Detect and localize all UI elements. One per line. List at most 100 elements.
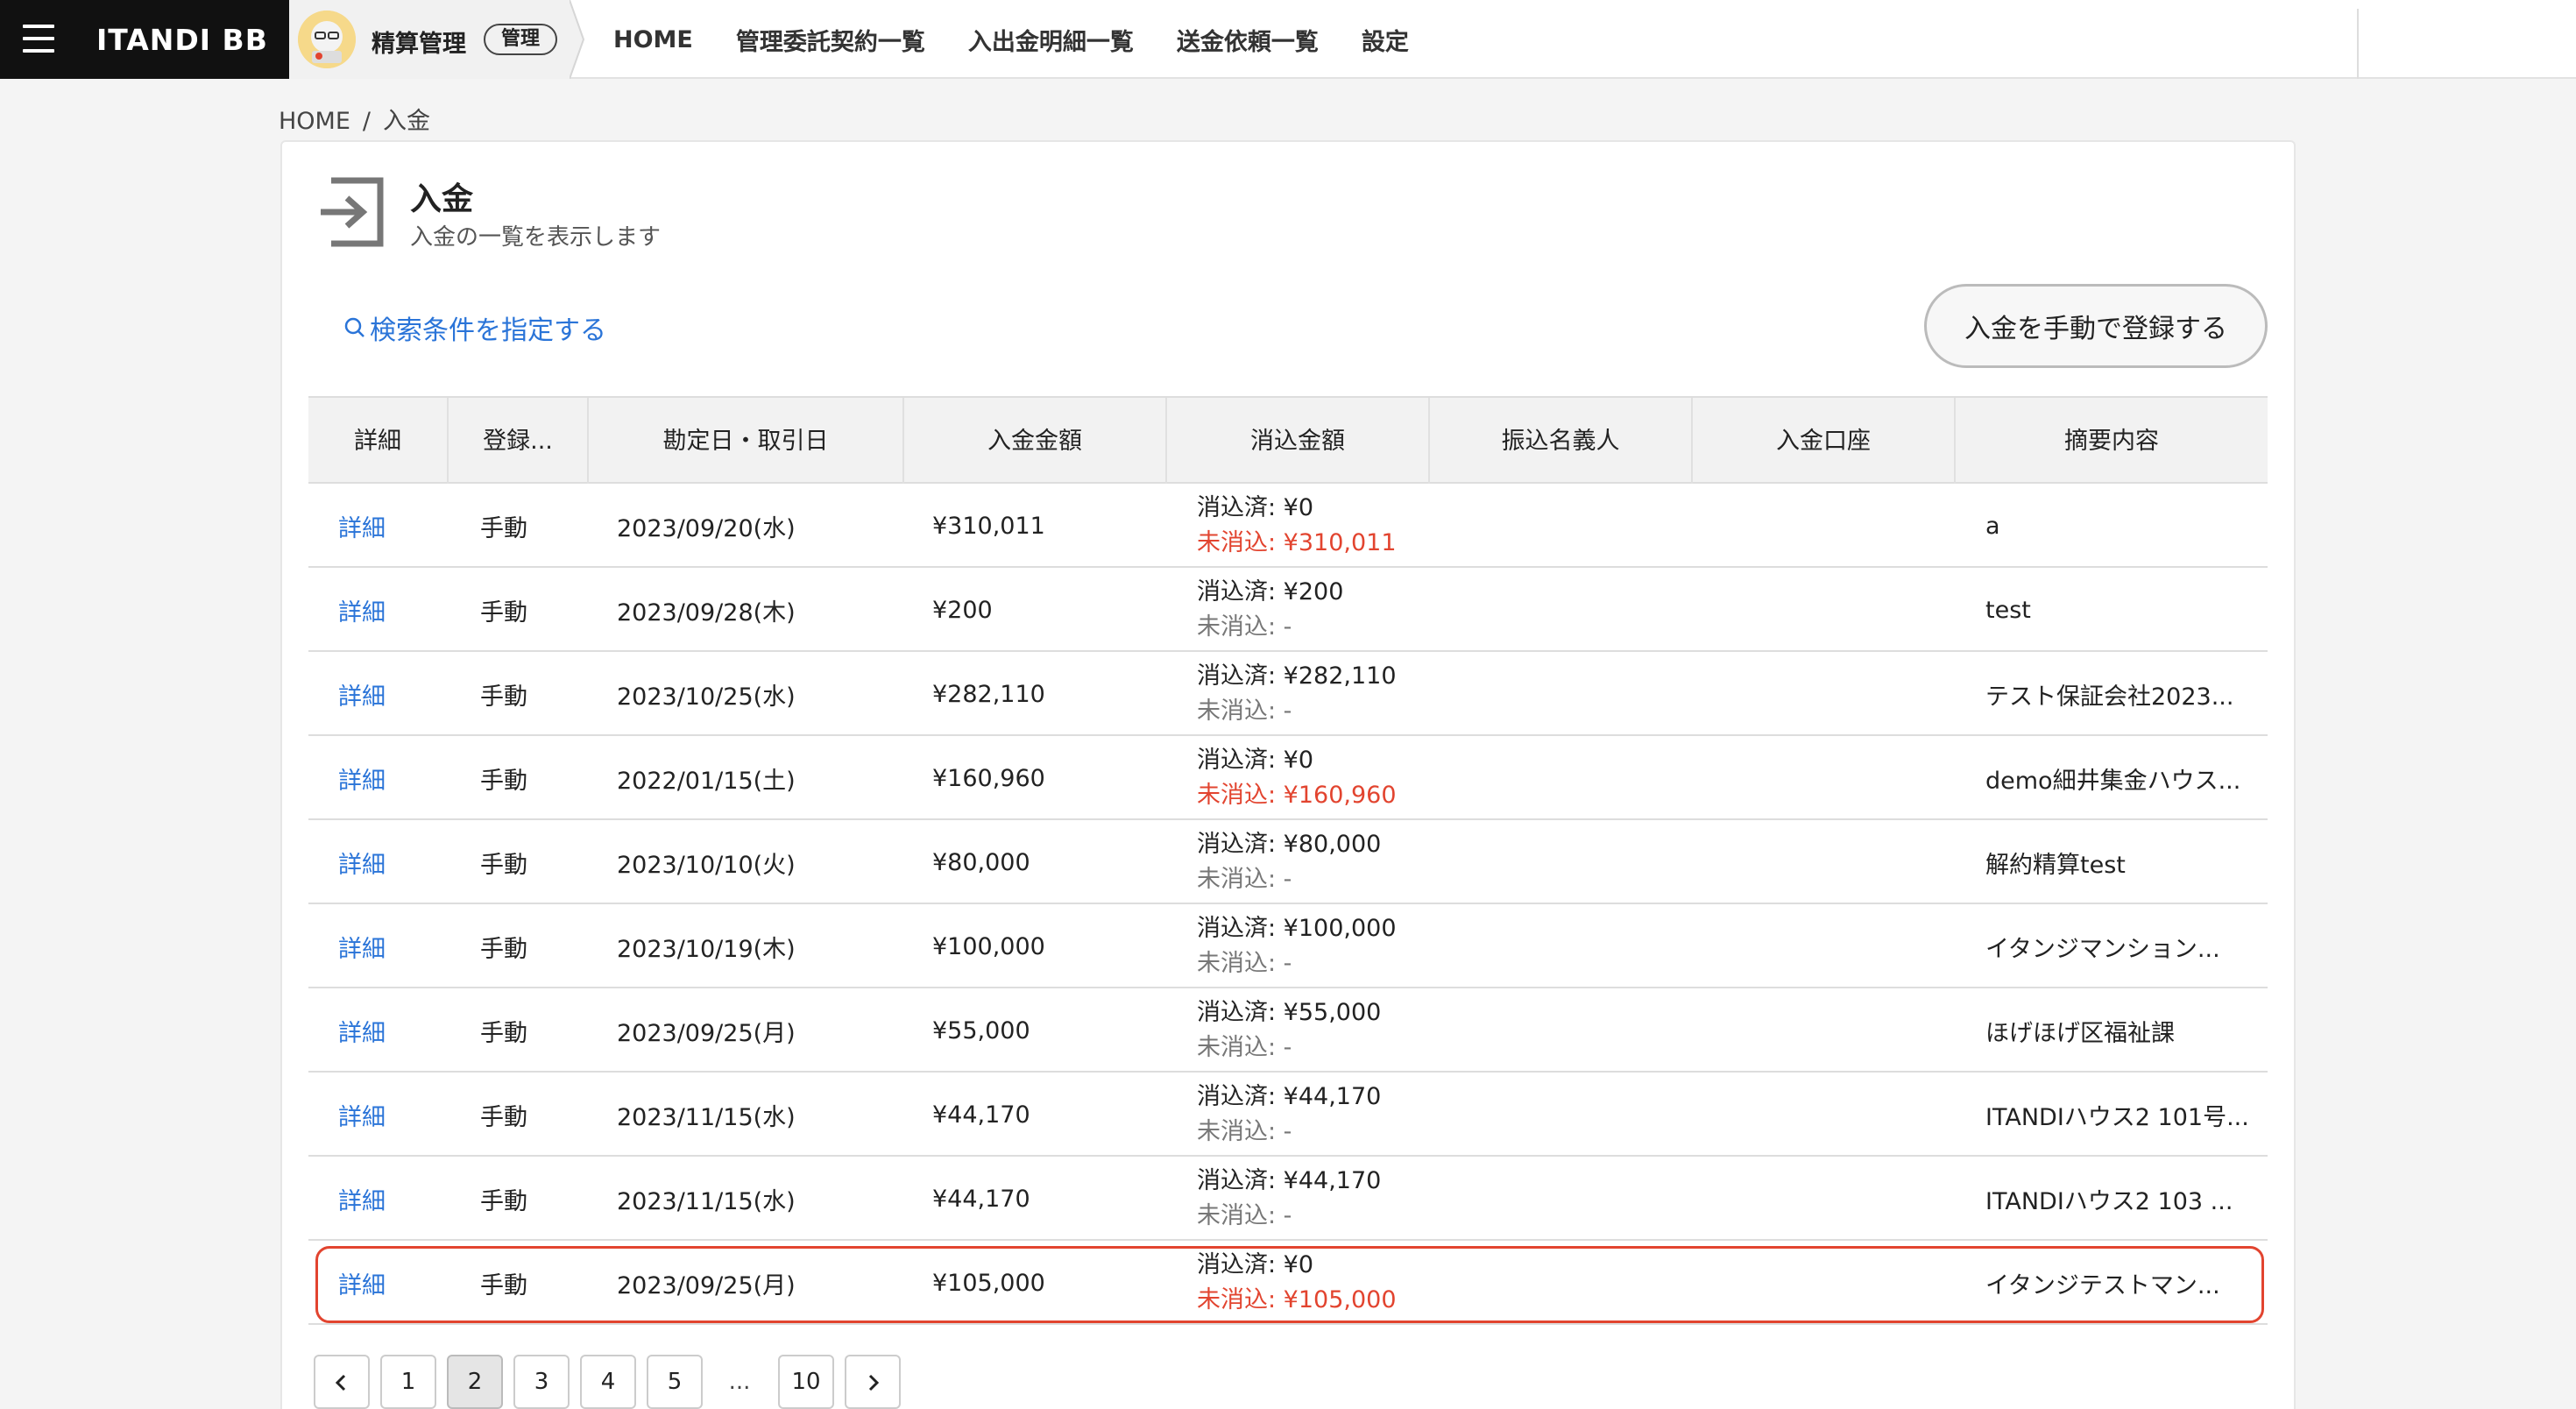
deposit-amount: ¥310,011 xyxy=(932,512,1045,540)
deposit-amount: ¥282,110 xyxy=(932,680,1045,708)
column-header-detail: 詳細 xyxy=(308,398,449,485)
next-page-button[interactable] xyxy=(845,1355,901,1409)
detail-link[interactable]: 詳細 xyxy=(338,1073,443,1157)
column-header-account[interactable]: 入金口座 xyxy=(1693,398,1956,485)
transaction-date: 2023/10/25(水) xyxy=(617,683,796,711)
breadcrumb-separator: / xyxy=(362,108,372,135)
memo-text: イタンジマンション... xyxy=(1985,935,2220,963)
deposit-amount: ¥100,000 xyxy=(932,932,1045,960)
settled-amount: 消込済: ¥100,000 xyxy=(1197,915,1397,942)
transaction-date: 2023/09/25(月) xyxy=(617,1019,796,1047)
payer-name xyxy=(1447,736,1693,820)
settled-amount: 消込済: ¥0 xyxy=(1197,1251,1314,1278)
nav-transactions[interactable]: 入出金明細一覧 xyxy=(968,23,1134,57)
table-row: 詳細 手動 2023/09/25(月) ¥55,000 消込済: ¥55,000 未消込:… xyxy=(308,988,2268,1073)
table-header: 詳細 登録... 勘定日・取引日 入金金額 消込金額 振込名義人 入金口座 摘要… xyxy=(308,396,2268,485)
column-header-registration[interactable]: 登録... xyxy=(449,398,589,485)
registration-type: 手動 xyxy=(480,1187,527,1215)
hamburger-menu-icon[interactable] xyxy=(23,25,54,53)
unsettled-amount: 未消込: - xyxy=(1197,950,1292,977)
page-button-1[interactable]: 1 xyxy=(380,1355,436,1409)
page-button-3[interactable]: 3 xyxy=(513,1355,570,1409)
search-conditions-link[interactable]: 検索条件を指定する xyxy=(343,308,606,347)
table-row: 詳細 手動 2023/11/15(水) ¥44,170 消込済: ¥44,170 未消込:… xyxy=(308,1073,2268,1157)
transaction-date: 2022/01/15(土) xyxy=(617,767,796,795)
page-button-5[interactable]: 5 xyxy=(647,1355,703,1409)
deposit-account xyxy=(1710,904,1956,988)
unsettled-amount: 未消込: - xyxy=(1197,866,1292,893)
brand-logo[interactable]: ITANDI BB xyxy=(96,23,268,57)
deposit-amount: ¥55,000 xyxy=(932,1016,1030,1044)
nav-remittance-requests[interactable]: 送金依頼一覧 xyxy=(1177,23,1319,57)
reconcile-status: 消込済: ¥44,170 未消込: - xyxy=(1197,1073,1451,1157)
topbar-divider xyxy=(2357,9,2359,79)
unsettled-amount: 未消込: ¥310,011 xyxy=(1197,529,1397,556)
reconcile-status: 消込済: ¥100,000 未消込: - xyxy=(1197,904,1451,988)
column-header-amount[interactable]: 入金金額 xyxy=(904,398,1167,485)
column-header-memo[interactable]: 摘要内容 xyxy=(1956,398,2268,485)
detail-link[interactable]: 詳細 xyxy=(338,736,443,820)
nav-management-contracts[interactable]: 管理委託契約一覧 xyxy=(736,23,925,57)
column-header-payer[interactable]: 振込名義人 xyxy=(1430,398,1693,485)
page-title: 入金 xyxy=(410,181,474,217)
top-bar: ITANDI BB 精算管理 管理 HOME 管理委託契約一覧 入出金明細一覧 … xyxy=(0,0,2576,79)
table-row: 詳細 手動 2023/09/25(月) ¥105,000 消込済: ¥0 未消込: ¥10… xyxy=(308,1241,2268,1325)
deposit-account xyxy=(1710,484,1956,568)
settled-amount: 消込済: ¥44,170 xyxy=(1197,1167,1382,1194)
chevron-left-icon xyxy=(335,1374,346,1391)
detail-link[interactable]: 詳細 xyxy=(338,484,443,568)
settled-amount: 消込済: ¥55,000 xyxy=(1197,999,1382,1026)
detail-link[interactable]: 詳細 xyxy=(338,1157,443,1241)
transaction-date: 2023/09/25(月) xyxy=(617,1271,796,1299)
column-header-reconciled[interactable]: 消込金額 xyxy=(1167,398,1430,485)
payer-name xyxy=(1447,1157,1693,1241)
detail-link[interactable]: 詳細 xyxy=(338,820,443,904)
transaction-date: 2023/11/15(水) xyxy=(617,1103,796,1131)
app-mascot-avatar xyxy=(298,11,356,68)
payer-name xyxy=(1447,904,1693,988)
settled-amount: 消込済: ¥282,110 xyxy=(1197,662,1397,690)
brand-block: ITANDI BB xyxy=(0,0,289,79)
detail-link[interactable]: 詳細 xyxy=(338,652,443,736)
page-button-10[interactable]: 10 xyxy=(778,1355,834,1409)
payer-name xyxy=(1447,1073,1693,1157)
payer-name xyxy=(1447,820,1693,904)
payer-name xyxy=(1447,484,1693,568)
detail-link[interactable]: 詳細 xyxy=(338,904,443,988)
memo-text: a xyxy=(1985,512,2000,540)
memo-text: ITANDIハウス2 101号... xyxy=(1985,1103,2249,1131)
page-button-2-current[interactable]: 2 xyxy=(447,1355,503,1409)
search-conditions-label: 検索条件を指定する xyxy=(370,315,606,346)
prev-page-button[interactable] xyxy=(314,1355,370,1409)
page-button-4[interactable]: 4 xyxy=(580,1355,636,1409)
page-ellipsis: ... xyxy=(728,1369,751,1395)
manual-deposit-register-button[interactable]: 入金を手動で登録する xyxy=(1924,284,2268,368)
app-switcher-arrow-icon xyxy=(570,0,585,79)
nav-home[interactable]: HOME xyxy=(613,26,693,53)
detail-link[interactable]: 詳細 xyxy=(338,1241,443,1325)
table-row: 詳細 手動 2022/01/15(土) ¥160,960 消込済: ¥0 未消込: ¥16… xyxy=(308,736,2268,820)
nav-settings[interactable]: 設定 xyxy=(1362,23,1409,57)
table-row: 詳細 手動 2023/11/15(水) ¥44,170 消込済: ¥44,170 未消込:… xyxy=(308,1157,2268,1241)
table-row: 詳細 手動 2023/09/28(木) ¥200 消込済: ¥200 未消込: - test xyxy=(308,568,2268,652)
registration-type: 手動 xyxy=(480,851,527,879)
detail-link[interactable]: 詳細 xyxy=(338,988,443,1073)
unsettled-amount: 未消込: ¥105,000 xyxy=(1197,1286,1397,1313)
page-subtitle: 入金の一覧を表示します xyxy=(410,224,662,251)
memo-text: demo細井集金ハウス... xyxy=(1985,767,2241,795)
unsettled-amount: 未消込: - xyxy=(1197,697,1292,725)
main-nav: HOME 管理委託契約一覧 入出金明細一覧 送金依頼一覧 設定 xyxy=(613,0,1452,79)
breadcrumb-home[interactable]: HOME xyxy=(279,108,350,135)
settled-amount: 消込済: ¥0 xyxy=(1197,747,1314,774)
deposit-account xyxy=(1710,988,1956,1073)
column-header-date[interactable]: 勘定日・取引日 xyxy=(589,398,904,485)
breadcrumb: HOME / 入金 xyxy=(279,102,430,136)
transaction-date: 2023/09/28(木) xyxy=(617,598,796,627)
deposit-amount: ¥80,000 xyxy=(932,848,1030,876)
detail-link[interactable]: 詳細 xyxy=(338,568,443,652)
memo-text: ITANDIハウス2 103 ... xyxy=(1985,1187,2233,1215)
settled-amount: 消込済: ¥44,170 xyxy=(1197,1083,1382,1110)
table-row: 詳細 手動 2023/09/20(水) ¥310,011 消込済: ¥0 未消込: ¥31… xyxy=(308,484,2268,568)
registration-type: 手動 xyxy=(480,683,527,711)
reconcile-status: 消込済: ¥0 未消込: ¥160,960 xyxy=(1197,736,1451,820)
